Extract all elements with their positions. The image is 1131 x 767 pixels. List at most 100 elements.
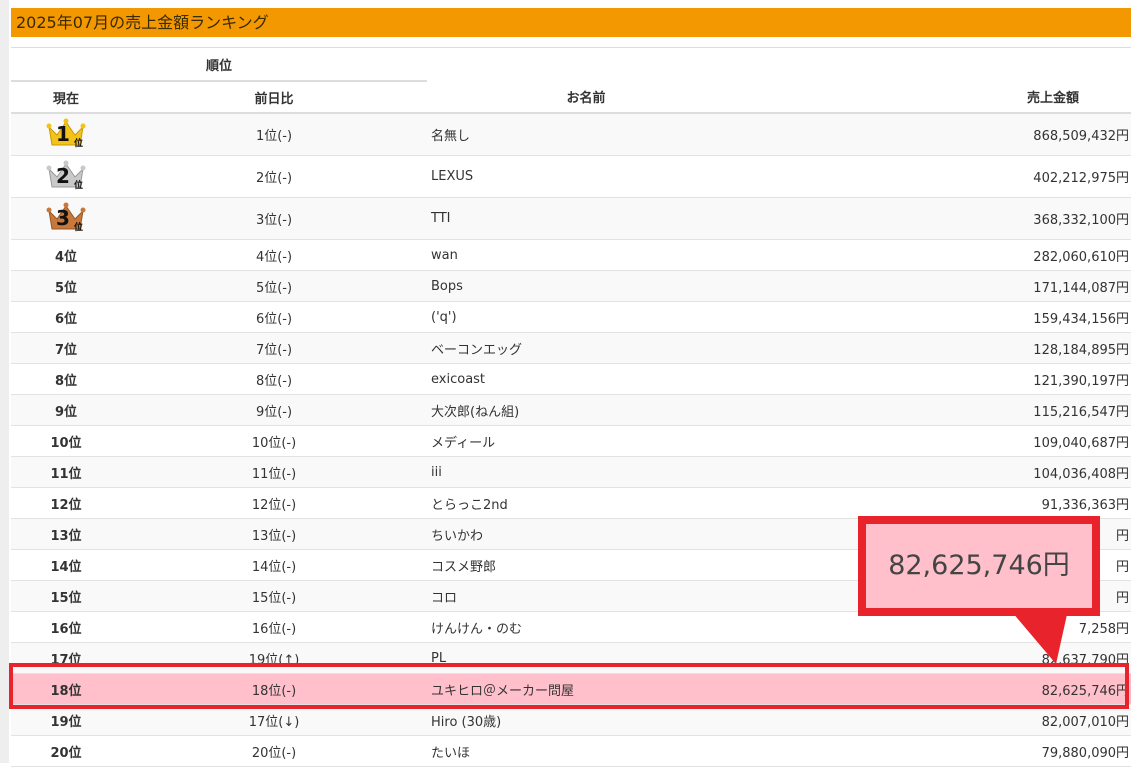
- header-spacer: [427, 47, 1131, 81]
- current-rank: 17位: [11, 642, 121, 674]
- amount-header: 売上金額: [745, 81, 1131, 114]
- previous-rank: 18位(-): [121, 673, 428, 705]
- sales-amount: 115,216,547円: [745, 394, 1131, 426]
- current-rank: 7位: [11, 332, 121, 364]
- current-rank: 13位: [11, 518, 121, 550]
- seller-name: PL: [427, 642, 746, 674]
- seller-name: 名無し: [427, 113, 746, 156]
- sales-amount: 171,144,087円: [745, 270, 1131, 302]
- current-rank: 11位: [11, 456, 121, 488]
- crown-icon: 1位: [46, 117, 86, 149]
- table-row: 1 位 1位(-) 名無し 868,509,432円: [11, 113, 1131, 156]
- seller-name: メディール: [427, 425, 746, 457]
- sales-amount: 91,336,363円: [745, 487, 1131, 519]
- sales-amount: 868,509,432円: [745, 113, 1131, 156]
- current-rank: 4位: [11, 239, 121, 271]
- current-rank: 5位: [11, 270, 121, 302]
- name-header: お名前: [427, 81, 746, 114]
- table-row: 7位 7位(-) ベーコンエッグ 128,184,895円: [11, 332, 1131, 364]
- current-rank: 12位: [11, 487, 121, 519]
- previous-rank: 19位(↑): [121, 642, 428, 674]
- previous-rank: 10位(-): [121, 425, 428, 457]
- zoom-callout: 82,625,746円: [858, 516, 1100, 616]
- current-rank: 15位: [11, 580, 121, 612]
- callout-arrow: [1012, 610, 1068, 664]
- crown-rank-suffix: 位: [74, 180, 84, 191]
- seller-name: wan: [427, 239, 746, 271]
- current-rank: 8位: [11, 363, 121, 395]
- sales-amount: 402,212,975円: [745, 155, 1131, 198]
- current-rank: 3位: [11, 197, 121, 240]
- seller-name: LEXUS: [427, 155, 746, 198]
- current-rank: 9位: [11, 394, 121, 426]
- seller-name: ちいかわ: [427, 518, 746, 550]
- seller-name: ユキヒロ＠メーカー問屋: [427, 673, 746, 705]
- crown-icon: 2位: [46, 159, 86, 191]
- seller-name: コロ: [427, 580, 746, 612]
- seller-name: コスメ野郎: [427, 549, 746, 581]
- previous-rank: 11位(-): [121, 456, 428, 488]
- current-rank: 10位: [11, 425, 121, 457]
- seller-name: Bops: [427, 270, 746, 302]
- sales-amount: 159,434,156円: [745, 301, 1131, 333]
- current-rank: 16位: [11, 611, 121, 643]
- current-rank: 14位: [11, 549, 121, 581]
- ranking-title: 2025年07月の売上金額ランキング: [11, 8, 1131, 37]
- current-rank-header: 現在: [11, 81, 121, 114]
- previous-rank: 20位(-): [121, 735, 428, 767]
- current-rank: 18位: [11, 673, 121, 705]
- table-row: 17位 19位(↑) PL 82,637,790円: [11, 642, 1131, 674]
- sales-amount: 282,060,610円: [745, 239, 1131, 271]
- previous-rank: 14位(-): [121, 549, 428, 581]
- sales-amount: 104,036,408円: [745, 456, 1131, 488]
- seller-name: ('q'): [427, 301, 746, 333]
- seller-name: Hiro (30歳): [427, 704, 746, 736]
- previous-rank: 17位(↓): [121, 704, 428, 736]
- previous-rank: 9位(-): [121, 394, 428, 426]
- previous-rank: 13位(-): [121, 518, 428, 550]
- sales-amount: 82,007,010円: [745, 704, 1131, 736]
- current-rank: 1位: [11, 113, 121, 156]
- previous-rank: 5位(-): [121, 270, 428, 302]
- previous-rank: 15位(-): [121, 580, 428, 612]
- table-row: 12位 12位(-) とらっこ2nd 91,336,363円: [11, 487, 1131, 519]
- previous-rank: 6位(-): [121, 301, 428, 333]
- previous-rank: 3位(-): [121, 197, 428, 240]
- sales-amount: 82,625,746円: [745, 673, 1131, 705]
- seller-name: たいほ: [427, 735, 746, 767]
- table-row: 8位 8位(-) exicoast 121,390,197円: [11, 363, 1131, 395]
- table-row-highlighted: 18位 18位(-) ユキヒロ＠メーカー問屋 82,625,746円: [11, 673, 1131, 705]
- table-row: 4位 4位(-) wan 282,060,610円: [11, 239, 1131, 271]
- sales-amount: 79,880,090円: [745, 735, 1131, 767]
- current-rank: 20位: [11, 735, 121, 767]
- seller-name: とらっこ2nd: [427, 487, 746, 519]
- previous-rank: 2位(-): [121, 155, 428, 198]
- sales-amount: 109,040,687円: [745, 425, 1131, 457]
- table-row: 20位 20位(-) たいほ 79,880,090円: [11, 735, 1131, 767]
- sales-amount: 128,184,895円: [745, 332, 1131, 364]
- table-row: 5位 5位(-) Bops 171,144,087円: [11, 270, 1131, 302]
- previous-rank: 1位(-): [121, 113, 428, 156]
- table-row: 10位 10位(-) メディール 109,040,687円: [11, 425, 1131, 457]
- crown-rank-number: 3: [56, 205, 70, 230]
- table-row: 19位 17位(↓) Hiro (30歳) 82,007,010円: [11, 704, 1131, 736]
- rank-group-header: 順位: [11, 47, 428, 82]
- seller-name: exicoast: [427, 363, 746, 395]
- previous-rank-header: 前日比: [121, 81, 428, 114]
- previous-rank: 7位(-): [121, 332, 428, 364]
- sales-amount: 121,390,197円: [745, 363, 1131, 395]
- table-row: 6位 6位(-) ('q') 159,434,156円: [11, 301, 1131, 333]
- current-rank: 19位: [11, 704, 121, 736]
- seller-name: TTI: [427, 197, 746, 240]
- seller-name: けんけん・のむ: [427, 611, 746, 643]
- crown-rank-suffix: 位: [74, 138, 84, 149]
- table-row: 2 位 2位(-) LEXUS 402,212,975円: [11, 155, 1131, 198]
- previous-rank: 4位(-): [121, 239, 428, 271]
- crown-rank-suffix: 位: [74, 222, 84, 233]
- table-row: 11位 11位(-) iii 104,036,408円: [11, 456, 1131, 488]
- table-row: 9位 9位(-) 大次郎(ねん組) 115,216,547円: [11, 394, 1131, 426]
- table-row: 16位 16位(-) けんけん・のむ 7,258円: [11, 611, 1131, 643]
- previous-rank: 16位(-): [121, 611, 428, 643]
- current-rank: 2位: [11, 155, 121, 198]
- crown-rank-number: 1: [56, 121, 70, 146]
